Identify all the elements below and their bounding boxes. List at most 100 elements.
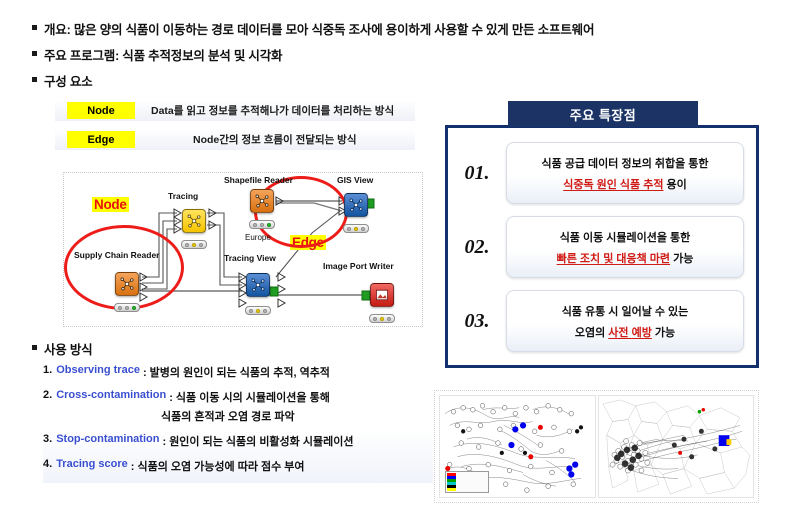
list-item: 4. Tracing score : 식품의 오염 가능성에 따라 점수 부여	[43, 458, 433, 474]
feature-line1-01: 식품 공급 데이터 정보의 취합을 통한	[541, 157, 709, 170]
feature-number-02: 02.	[464, 235, 490, 258]
feature-box-03[interactable]: 식품 유통 시 일어날 수 있는 오염의 사전 예방 가능	[506, 290, 744, 352]
graph-glyph-icon	[255, 194, 269, 208]
legend-row-edge: Edge Node간의 정보 흐름이 전달되는 방식	[55, 129, 415, 150]
node-status-tracing	[181, 240, 207, 249]
node-edge-legend: Node Data를 읽고 정보를 추적해나가 데이터를 처리하는 방식 Edg…	[55, 100, 415, 158]
bullet-main-program: 주요 프로그램: 식품 추적정보의 분석 및 시각화	[32, 45, 283, 64]
feature-tail-01: 용이	[663, 178, 687, 191]
status-lamp-idle	[118, 305, 122, 310]
status-lamp-idle	[249, 308, 253, 313]
node-sublabel-shapefile-reader: Europe	[245, 233, 271, 242]
slide-page: 개요: 많은 양의 식품이 이동하는 경로 데이터를 모아 식중독 조사에 용이…	[0, 0, 795, 514]
status-lamp-idle	[260, 222, 264, 227]
network-legend	[445, 471, 489, 493]
list-item: 3. Stop-contamination : 원인이 되는 식품의 비활성화 …	[43, 433, 433, 449]
feature-line1-02: 식품 이동 시뮬레이션을 통한	[559, 231, 691, 244]
legend-desc-node: Data를 읽고 정보를 추적해나가 데이터를 처리하는 방식	[151, 105, 395, 117]
feature-row-02: 02. 식품 이동 시뮬레이션을 통한 빠른 조치 및 대응책 마련 가능	[448, 216, 756, 278]
usage-term: Cross-contamination	[56, 389, 167, 401]
node-icon-image-port-writer[interactable]	[370, 283, 394, 307]
status-lamp-amber	[192, 242, 196, 247]
list-item: 2. Cross-contamination : 식품 이동 시의 시뮬레이션을…	[43, 389, 433, 405]
usage-list: 1. Observing trace : 발병의 원인이 되는 식품의 추적, …	[43, 364, 433, 483]
status-lamp-idle	[125, 305, 129, 310]
status-lamp-idle	[347, 226, 351, 231]
feature-lead-03: 오염의	[574, 326, 609, 339]
network-graph-left[interactable]	[439, 395, 596, 498]
feature-tail-02: 가능	[670, 252, 694, 265]
node-icon-shapefile-reader[interactable]	[250, 189, 274, 213]
node-status-shapefile-reader	[249, 220, 275, 229]
feature-panel-title: 주요 특장점	[508, 101, 698, 127]
status-lamp-idle	[185, 242, 189, 247]
bullet-main-program-text: 주요 프로그램: 식품 추적정보의 분석 및 시각화	[44, 49, 283, 63]
node-status-tracing-view	[245, 306, 271, 315]
feature-number-03: 03.	[464, 309, 490, 332]
graph-glyph-icon	[251, 278, 265, 292]
bullet-components: 구성 요소	[32, 71, 93, 90]
node-status-gis-view	[343, 224, 369, 233]
callout-ellipse-node	[64, 225, 184, 310]
usage-number: 4.	[43, 458, 53, 470]
graph-glyph-icon	[120, 277, 134, 291]
list-item: 1. Observing trace : 발병의 원인이 되는 식품의 추적, …	[43, 364, 433, 380]
legend-row-node: Node Data를 읽고 정보를 추적해나가 데이터를 처리하는 방식	[55, 100, 415, 121]
usage-description: : 원인이 되는 식품의 비활성화 시뮬레이션	[162, 436, 354, 448]
status-lamp-idle	[253, 222, 257, 227]
status-lamp-idle	[387, 316, 391, 321]
bullet-usage-heading: 사용 방식	[32, 339, 93, 358]
feature-line2-03: 오염의 사전 예방 가능	[575, 324, 675, 340]
callout-label-node: Node	[92, 197, 129, 212]
usage-heading-text: 사용 방식	[44, 343, 93, 357]
network-map-right[interactable]	[597, 395, 754, 498]
legend-desc-edge: Node간의 정보 흐름이 전달되는 방식	[193, 134, 357, 146]
highlight-yellow-region	[725, 439, 731, 446]
status-lamp-idle	[361, 226, 365, 231]
status-lamp-green	[267, 222, 271, 227]
feature-tail-03: 가능	[651, 326, 676, 339]
square-bullet-icon	[32, 25, 37, 30]
usage-number: 3.	[43, 433, 53, 445]
network-map-right-svg	[602, 399, 750, 495]
usage-number: 2.	[43, 389, 53, 401]
bullet-components-text: 구성 요소	[44, 75, 93, 89]
node-icon-gis-view[interactable]	[344, 193, 368, 217]
node-status-image-port-writer	[369, 314, 395, 323]
usage-term: Stop-contamination	[56, 433, 160, 445]
feature-line2-01: 식중독 원인 식품 추적 용이	[563, 176, 687, 192]
bullet-overview: 개요: 많은 양의 식품이 이동하는 경로 데이터를 모아 식중독 조사에 용이…	[32, 19, 594, 38]
status-lamp-idle	[373, 316, 377, 321]
node-label-gis-view: GIS View	[337, 175, 374, 185]
square-bullet-icon	[32, 77, 37, 82]
node-icon-tracing[interactable]	[182, 209, 206, 233]
graph-glyph-icon	[349, 198, 363, 212]
status-lamp-green	[132, 305, 136, 310]
usage-term: Observing trace	[56, 364, 140, 376]
feature-emphasis-03: 사전 예방	[608, 326, 652, 339]
feature-emphasis-02: 빠른 조치 및 대응책 마련	[556, 252, 671, 265]
feature-line1-03: 식품 유통 시 일어날 수 있는	[561, 305, 689, 318]
feature-line2-02: 빠른 조치 및 대응책 마련 가능	[557, 250, 694, 266]
workflow-diagram: Node Edge Supply Chain Reader Tracing Sh…	[63, 172, 423, 327]
feature-box-01[interactable]: 식품 공급 데이터 정보의 취합을 통한 식중독 원인 식품 추적 용이	[506, 142, 744, 204]
usage-description: : 식품 이동 시의 시뮬레이션을 통해	[169, 392, 330, 404]
bullet-overview-text: 개요: 많은 양의 식품이 이동하는 경로 데이터를 모아 식중독 조사에 용이…	[44, 23, 595, 37]
legend-swatch-yellow	[447, 488, 456, 491]
usage-description: : 식품의 오염 가능성에 따라 점수 부여	[130, 461, 305, 473]
feature-box-02[interactable]: 식품 이동 시뮬레이션을 통한 빠른 조치 및 대응책 마련 가능	[506, 216, 744, 278]
node-icon-tracing-view[interactable]	[246, 273, 270, 297]
status-lamp-amber	[354, 226, 358, 231]
graph-glyph-icon	[187, 214, 201, 228]
status-lamp-amber	[380, 316, 384, 321]
usage-description: : 발병의 원인이 되는 식품의 추적, 역추적	[142, 367, 330, 379]
node-label-tracing-view: Tracing View	[224, 253, 276, 263]
node-icon-supply-chain-reader[interactable]	[115, 272, 139, 296]
usage-number: 1.	[43, 364, 53, 376]
square-bullet-icon	[32, 345, 37, 350]
feature-number-01: 01.	[464, 161, 490, 184]
square-bullet-icon	[32, 51, 37, 56]
feature-emphasis-01: 식중독 원인 식품 추적	[563, 178, 664, 191]
usage-term: Tracing score	[56, 458, 128, 470]
feature-row-01: 01. 식품 공급 데이터 정보의 취합을 통한 식중독 원인 식품 추적 용이	[448, 142, 756, 204]
